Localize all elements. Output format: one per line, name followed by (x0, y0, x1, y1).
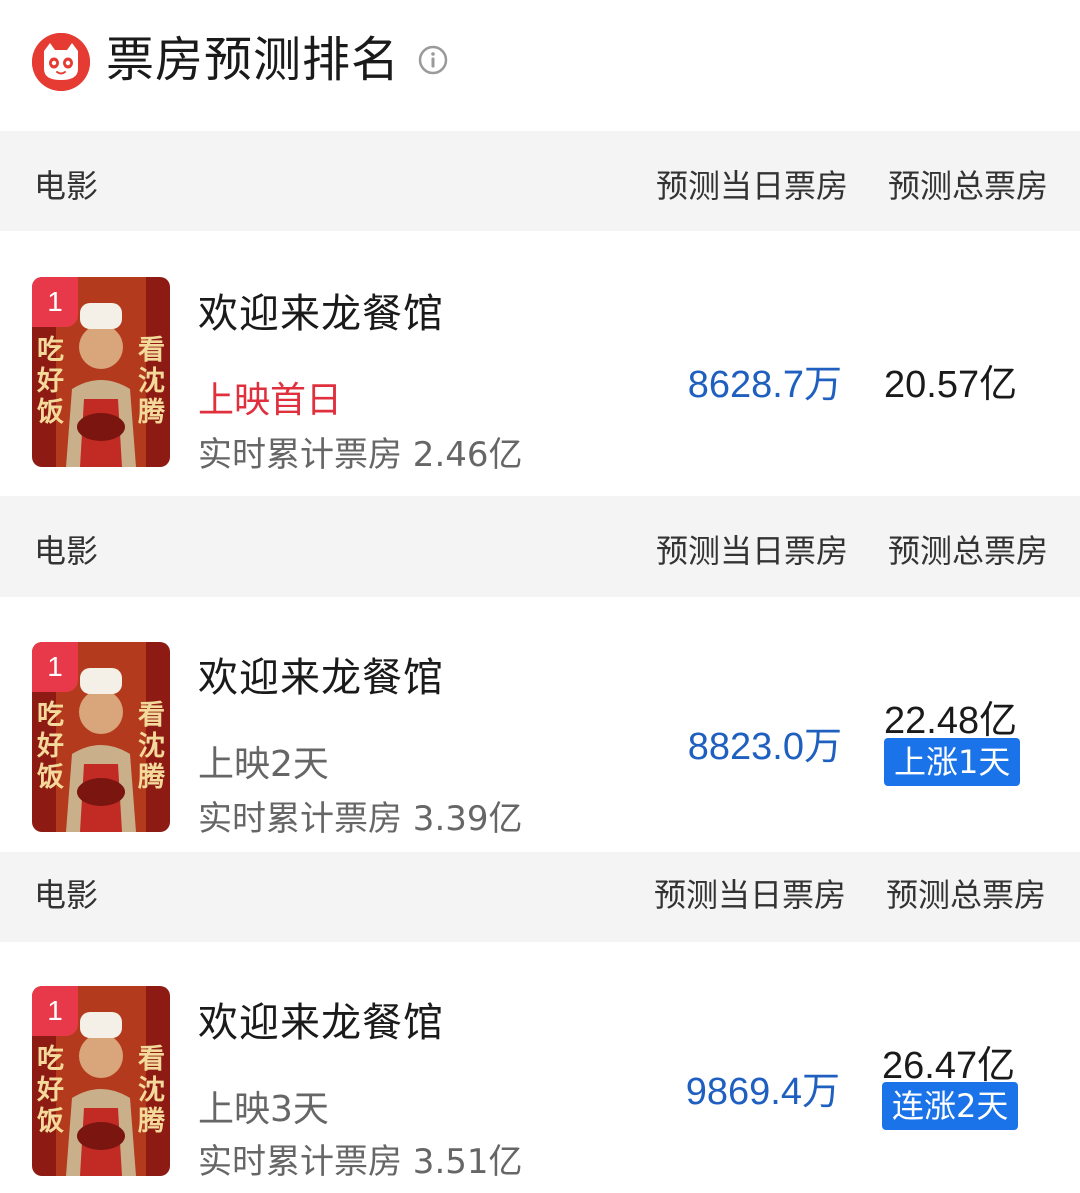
daily-forecast-value: 8823.0万 (687, 726, 842, 768)
total-forecast-value: 22.48亿 (884, 700, 1018, 742)
column-total-forecast-label: 预测总票房 (888, 532, 1049, 570)
movie-poster[interactable]: 吃好饭 看沈腾 1 (32, 986, 170, 1176)
column-header-bar: 电影 预测当日票房 预测总票房 (0, 131, 1080, 231)
column-header-bar: 电影 预测当日票房 预测总票房 (0, 852, 1080, 942)
column-movie-label: 电影 (34, 532, 99, 570)
movie-poster[interactable]: 吃好饭 看沈腾 1 (32, 642, 170, 832)
cumulative-box-office: 实时累计票房 2.46亿 (198, 435, 523, 475)
column-header-bar: 电影 预测当日票房 预测总票房 (0, 496, 1080, 597)
release-status: 上映首日 (198, 380, 343, 421)
column-total-forecast-label: 预测总票房 (886, 876, 1047, 914)
column-movie-label: 电影 (34, 167, 99, 205)
movie-title[interactable]: 欢迎来龙餐馆 (198, 990, 444, 1048)
poster-left-text: 吃好饭 (36, 700, 64, 793)
poster-left-text: 吃好饭 (36, 335, 64, 428)
rank-badge: 1 (32, 642, 78, 692)
total-forecast-value: 20.57亿 (884, 364, 1018, 406)
info-circle-icon[interactable] (418, 45, 448, 75)
poster-right-text: 看沈腾 (138, 335, 166, 428)
daily-forecast-value: 9869.4万 (685, 1071, 840, 1113)
column-daily-forecast-label: 预测当日票房 (656, 167, 849, 205)
movie-title[interactable]: 欢迎来龙餐馆 (198, 645, 444, 703)
total-forecast-value: 26.47亿 (882, 1045, 1016, 1087)
column-total-forecast-label: 预测总票房 (888, 167, 1049, 205)
movie-poster[interactable]: 吃好饭 看沈腾 1 (32, 277, 170, 467)
cumulative-box-office: 实时累计票房 3.51亿 (198, 1142, 523, 1182)
trend-badge: 上涨1天 (884, 738, 1021, 786)
daily-forecast-value: 8628.7万 (687, 364, 842, 406)
release-status: 上映3天 (198, 1089, 329, 1130)
release-status: 上映2天 (198, 744, 329, 785)
maoyan-cat-icon (32, 33, 90, 91)
movie-row[interactable]: 吃好饭 看沈腾 1 欢迎来龙餐馆 上映2天 实时累计票房 3.39亿 8823.… (0, 597, 1080, 852)
poster-left-text: 吃好饭 (36, 1044, 64, 1137)
page-header: 票房预测排名 (0, 0, 1080, 130)
movie-row[interactable]: 吃好饭 看沈腾 1 欢迎来龙餐馆 上映3天 实时累计票房 3.51亿 9869.… (0, 942, 1080, 1193)
rank-badge: 1 (32, 986, 78, 1036)
poster-right-text: 看沈腾 (138, 1044, 166, 1137)
page-title: 票房预测排名 (106, 32, 401, 88)
cumulative-box-office: 实时累计票房 3.39亿 (198, 799, 523, 839)
rank-badge: 1 (32, 277, 78, 327)
poster-right-text: 看沈腾 (138, 700, 166, 793)
column-movie-label: 电影 (34, 876, 99, 914)
column-daily-forecast-label: 预测当日票房 (654, 876, 847, 914)
movie-title[interactable]: 欢迎来龙餐馆 (198, 281, 444, 339)
trend-badge: 连涨2天 (882, 1082, 1019, 1130)
movie-row[interactable]: 吃好饭 看沈腾 1 欢迎来龙餐馆 上映首日 实时累计票房 2.46亿 8628.… (0, 231, 1080, 496)
column-daily-forecast-label: 预测当日票房 (656, 532, 849, 570)
